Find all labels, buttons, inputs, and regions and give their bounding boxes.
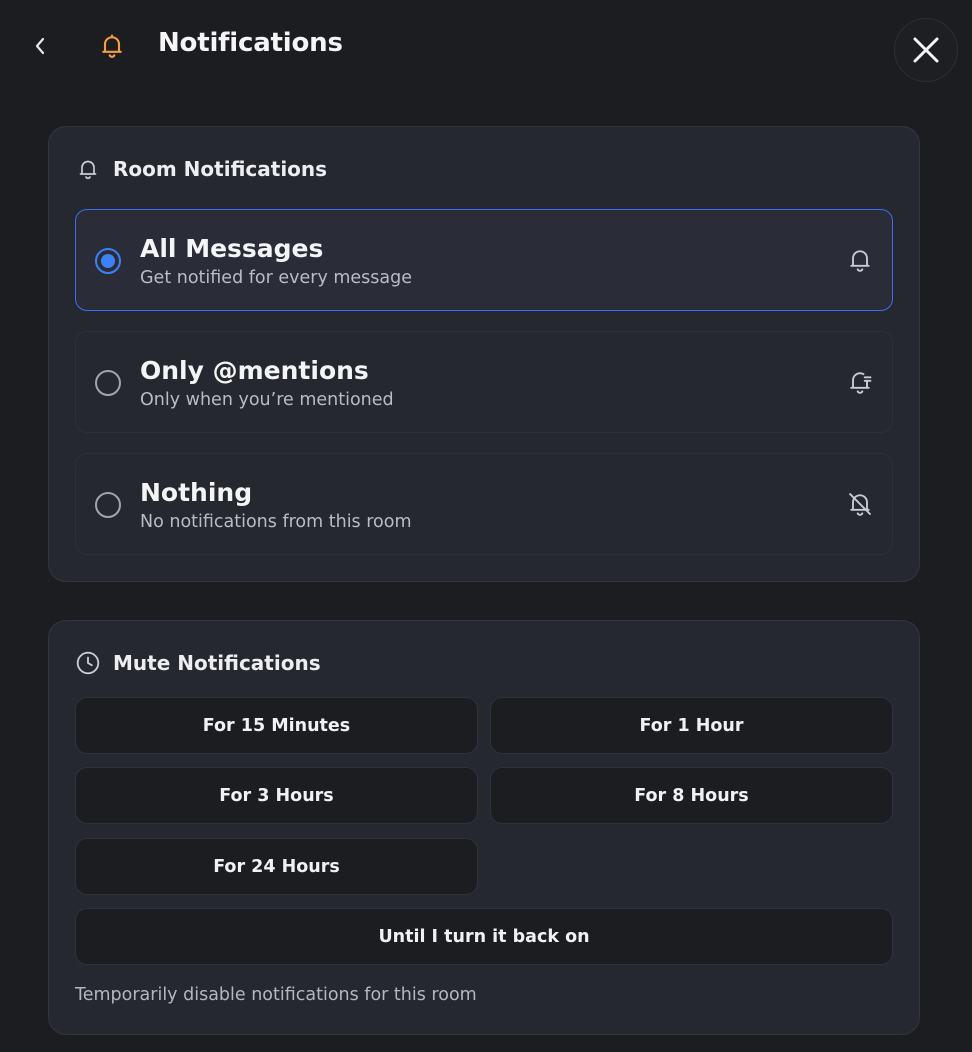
close-button[interactable] [894,18,958,82]
clock-icon [75,650,101,676]
room-notifications-card: Room Notifications All Messages Get noti… [48,126,920,582]
mute-3-hours-button[interactable]: For 3 Hours [75,767,478,824]
mute-helper-text: Temporarily disable notifications for th… [75,985,477,1005]
option-title: Nothing [140,478,253,507]
section-title: Room Notifications [113,157,328,181]
page-title: Notifications [158,28,343,58]
option-nothing[interactable]: Nothing No notifications from this room [75,453,893,555]
room-notifications-header: Room Notifications [75,155,327,183]
option-description: Only when you’re mentioned [140,390,394,410]
radio-button[interactable] [95,248,121,274]
bell-icon [102,34,122,58]
bell-icon [75,156,101,182]
mute-notifications-header: Mute Notifications [75,649,321,677]
radio-button[interactable] [95,370,121,396]
mute-notifications-card: Mute Notifications For 15 Minutes For 1 … [48,620,920,1035]
option-only-mentions[interactable]: Only @mentions Only when you’re mentione… [75,331,893,433]
option-title: All Messages [140,234,324,263]
mute-15-minutes-button[interactable]: For 15 Minutes [75,697,478,754]
mute-24-hours-button[interactable]: For 24 Hours [75,838,478,895]
radio-button[interactable] [95,492,121,518]
mute-1-hour-button[interactable]: For 1 Hour [490,697,893,754]
mute-indefinitely-button[interactable]: Until I turn it back on [75,908,893,965]
mute-8-hours-button[interactable]: For 8 Hours [490,767,893,824]
chevron-left-icon [35,37,45,55]
section-title: Mute Notifications [113,651,321,675]
bell-off-icon [849,493,871,516]
back-button[interactable] [26,32,54,60]
option-description: No notifications from this room [140,512,412,532]
option-all-messages[interactable]: All Messages Get notified for every mess… [75,209,893,311]
option-title: Only @mentions [140,356,369,385]
close-icon [913,37,939,63]
option-description: Get notified for every message [140,268,413,288]
bell-icon [850,250,870,272]
header-bar: Notifications [0,0,972,96]
bell-mention-icon [850,372,872,394]
